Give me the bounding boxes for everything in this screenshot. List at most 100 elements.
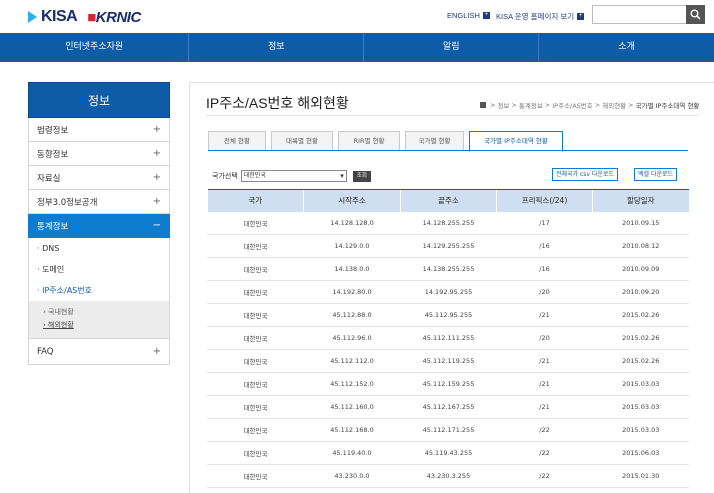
sidebar-subitem-ip-as[interactable]: · IP주소/AS번호 xyxy=(29,280,169,301)
tab-country[interactable]: 국가별 현황 xyxy=(405,131,464,151)
sidebar-item-statistics[interactable]: 통계정보 − xyxy=(28,214,170,238)
sidebar-item-faq[interactable]: FAQ + xyxy=(28,339,170,365)
sidebar-item-trend[interactable]: 동향정보 + xyxy=(28,142,170,166)
minus-icon: − xyxy=(152,220,161,231)
plus-icon: + xyxy=(152,124,161,135)
cell-start-address: 14.138.0.0 xyxy=(303,257,401,281)
tab-continent[interactable]: 대륙별 현황 xyxy=(271,131,333,151)
cell-end-address: 43.224.107.255 xyxy=(400,487,497,493)
table-row: 대한민국 14.128.128.0 14.128.255.255/17 2010.09… xyxy=(207,211,689,235)
cell-prefix: /21 xyxy=(496,395,593,419)
breadcrumb-item[interactable]: 통계정보 xyxy=(519,100,543,110)
gnb-item-info[interactable]: 정보 xyxy=(189,33,365,62)
sidebar-item-label: 통계정보 xyxy=(37,221,69,232)
table-row: 대한민국 45.112.168.0 45.112.171.255/22 2015.03… xyxy=(207,418,689,442)
cell-country: 대한민국 xyxy=(207,395,304,419)
cell-start-address: 45.119.40.0 xyxy=(303,441,401,465)
country-select[interactable]: 대한민국 xyxy=(240,170,347,182)
tab-rir[interactable]: RIR별 현황 xyxy=(338,131,400,151)
cell-start-address: 45.112.152.0 xyxy=(303,372,401,396)
cell-allocation-date: 2010.09.09 xyxy=(592,257,689,281)
cell-country: 대한민국 xyxy=(207,211,304,235)
column-header-country: 국가 xyxy=(207,189,304,212)
logo[interactable]: KISA ■KRNIC xyxy=(28,8,141,26)
table-row: 대한민국 45.112.160.0 45.112.167.255/21 2015.03… xyxy=(207,395,689,419)
home-icon[interactable] xyxy=(480,102,486,108)
cell-allocation-date: 2015.02.26 xyxy=(592,326,689,350)
cell-country: 대한민국 xyxy=(207,257,304,281)
cell-start-address: 43.224.104.0 xyxy=(303,487,401,493)
cell-allocation-date: 2010.09.15 xyxy=(592,211,689,235)
cell-prefix: /21 xyxy=(496,349,593,373)
plus-icon: + xyxy=(152,172,161,183)
cell-end-address: 45.112.167.255 xyxy=(400,395,497,419)
sidebar-subitem-label: DNS xyxy=(42,244,60,253)
cell-country: 대한민국 xyxy=(207,326,304,350)
breadcrumb-item[interactable]: IP주소/AS번호 xyxy=(552,100,593,110)
tab-overall[interactable]: 전체 현황 xyxy=(208,131,266,151)
cell-country: 대한민국 xyxy=(207,418,304,442)
english-link[interactable]: ENGLISH + xyxy=(447,11,490,20)
gnb-item-internet-address[interactable]: 인터넷주소자원 xyxy=(0,33,190,62)
column-header-start-address: 시작주소 xyxy=(303,189,401,212)
cell-start-address: 14.128.128.0 xyxy=(303,211,401,235)
breadcrumb-separator-icon: > xyxy=(544,101,551,109)
kisa-logo-text: KISA xyxy=(41,8,78,25)
cell-prefix: /17 xyxy=(496,211,593,235)
query-button[interactable]: 조회 xyxy=(352,170,371,182)
sidebar-item-law[interactable]: 법령정보 + xyxy=(28,118,170,142)
cell-prefix: /21 xyxy=(496,303,593,327)
table-row: 대한민국 45.112.112.0 45.112.119.255/21 2015.02… xyxy=(207,349,689,373)
krnic-logo: ■KRNIC xyxy=(87,9,141,26)
cell-end-address: 43.230.3.255 xyxy=(400,464,497,488)
country-filter: 국가선택 대한민국 조회 xyxy=(212,170,371,182)
breadcrumb-item[interactable]: 해외현황 xyxy=(602,100,626,110)
plus-icon: + xyxy=(577,13,585,20)
tab-country-ip-range[interactable]: 국가별 IP주소대역 현황 xyxy=(469,131,563,152)
sidebar-subitem-dns[interactable]: · DNS xyxy=(29,238,169,259)
sidebar-sub2item-overseas[interactable]: › 해외현황 xyxy=(29,319,169,332)
plus-icon: + xyxy=(152,346,161,357)
cell-country: 대한민국 xyxy=(207,441,304,465)
search-icon xyxy=(690,9,701,20)
sidebar-item-library[interactable]: 자료실 + xyxy=(28,166,170,190)
cell-end-address: 45.112.111.255 xyxy=(400,326,497,350)
sidebar-subitem-label: IP주소/AS번호 xyxy=(42,286,92,295)
search-button[interactable] xyxy=(686,5,705,24)
breadcrumb-separator-icon: > xyxy=(511,101,517,109)
cell-allocation-date: 2015.02.26 xyxy=(592,303,689,327)
sidebar-title: 정보 xyxy=(28,82,170,118)
cell-start-address: 45.112.160.0 xyxy=(303,395,401,419)
breadcrumb-item[interactable]: 정보 xyxy=(497,100,509,110)
gnb-item-about[interactable]: 소개 xyxy=(539,33,714,62)
sidebar-item-label: 법령정보 xyxy=(37,125,69,136)
breadcrumb-separator-icon: > xyxy=(628,101,634,109)
sidebar-item-gov30[interactable]: 정부3.0정보공개 + xyxy=(28,190,170,214)
cell-allocation-date: 2015.02.26 xyxy=(592,349,689,373)
cell-start-address: 45.112.88.0 xyxy=(303,303,401,327)
search-input[interactable] xyxy=(592,5,687,24)
table-row: 대한민국 45.112.88.0 45.112.95.255/21 2015.02.2… xyxy=(207,303,689,327)
cell-end-address: 14.129.255.255 xyxy=(400,234,497,258)
sidebar-item-label: FAQ xyxy=(37,346,54,357)
cell-prefix: /22 xyxy=(496,487,593,493)
plus-icon: + xyxy=(152,148,161,159)
global-nav: 인터넷주소자원 정보 알림 소개 xyxy=(0,33,714,62)
excel-download-button[interactable]: 엑셀 다운로드 xyxy=(634,168,678,181)
cell-country: 대한민국 xyxy=(207,464,304,488)
sidebar-item-label: 자료실 xyxy=(37,173,61,184)
sidebar-subitem-domain[interactable]: · 도메인 xyxy=(29,259,169,280)
tab-bar: 전체 현황 대륙별 현황 RIR별 현황 국가별 현황 국가별 IP주소대역 현… xyxy=(208,131,563,152)
cell-prefix: /22 xyxy=(496,441,593,465)
csv-download-button[interactable]: 전체국가 csv 다운로드 xyxy=(552,168,618,181)
english-label: ENGLISH xyxy=(447,11,480,20)
cell-allocation-date: 2010.09.20 xyxy=(592,280,689,304)
sidebar-sub2item-domestic[interactable]: › 국내현황 xyxy=(29,306,169,319)
krnic-logo-dot-icon: ■ xyxy=(87,8,96,26)
kisa-home-link[interactable]: KISA 운영 홈페이지 보기 + xyxy=(496,11,585,22)
country-filter-label: 국가선택 xyxy=(212,172,238,180)
cell-end-address: 45.119.43.255 xyxy=(400,441,497,465)
breadcrumb: > 정보 > 통계정보 > IP주소/AS번호 > 해외현황 > 국가별 IP주… xyxy=(480,100,699,110)
cell-country: 대한민국 xyxy=(207,349,304,373)
gnb-item-notice[interactable]: 알림 xyxy=(364,33,540,62)
